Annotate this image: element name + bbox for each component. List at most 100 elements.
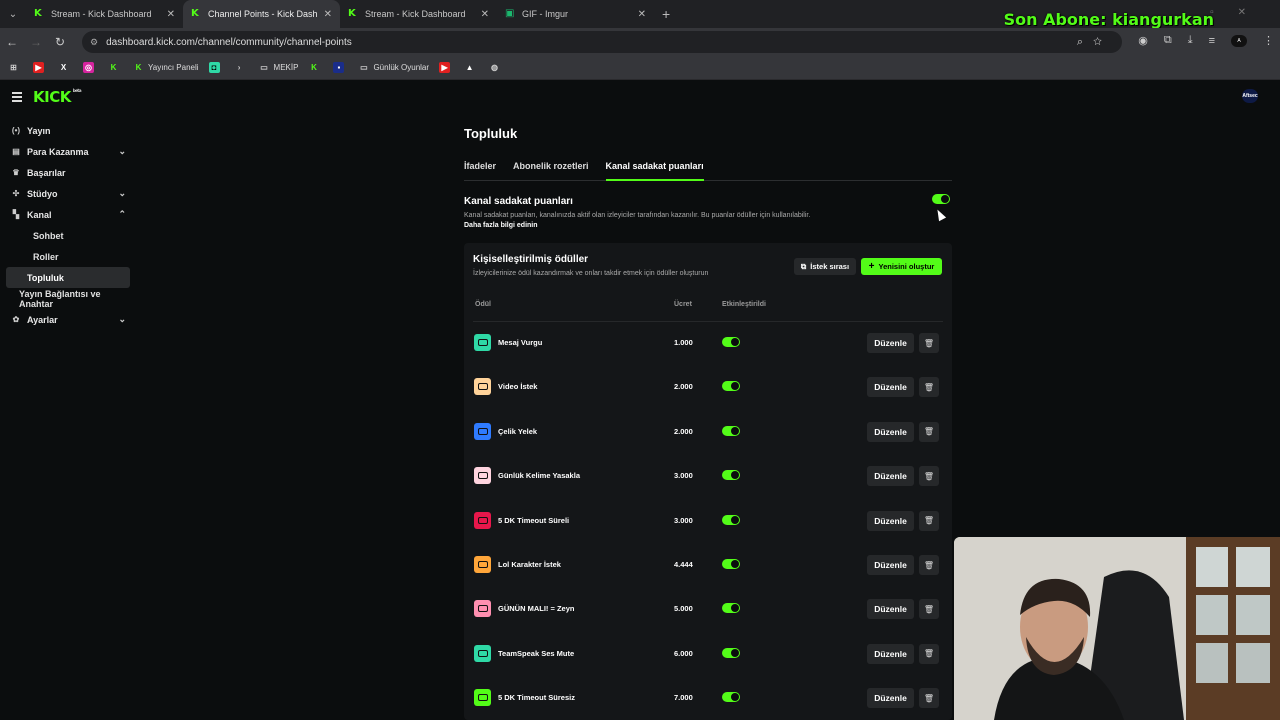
trash-icon[interactable]: 🗑︎: [919, 377, 939, 398]
trash-icon[interactable]: 🗑︎: [919, 421, 939, 442]
instagram-bookmark[interactable]: ◎: [83, 62, 98, 73]
edit-button[interactable]: Düzenle: [867, 333, 914, 353]
edit-button[interactable]: Düzenle: [867, 688, 914, 709]
reward-enabled-toggle[interactable]: [722, 514, 740, 525]
learn-more-link[interactable]: Daha fazla bilgi edinin: [464, 222, 952, 229]
create-reward-button[interactable]: + Yenisini oluştur: [861, 258, 942, 275]
edit-button[interactable]: Düzenle: [867, 599, 914, 620]
reward-icon: [474, 422, 491, 440]
trash-icon[interactable]: 🗑︎: [919, 643, 939, 664]
edit-button[interactable]: Düzenle: [867, 555, 914, 575]
reward-enabled-toggle[interactable]: [722, 381, 740, 392]
site-info-icon[interactable]: ⚙: [90, 37, 98, 48]
reward-name: Lol Karakter İstek: [498, 560, 561, 569]
reward-enabled-toggle[interactable]: [722, 425, 740, 436]
menu-icon[interactable]: [12, 92, 22, 104]
reward-enabled-toggle[interactable]: [722, 337, 740, 347]
new-tab-icon[interactable]: +: [662, 6, 670, 22]
kick-bookmark[interactable]: K: [308, 62, 323, 73]
sidebar-item-studyo[interactable]: ✣ Stüdyo ⌄: [0, 183, 136, 204]
sidebar-item-roller[interactable]: Roller: [6, 246, 130, 267]
bookmark-icon[interactable]: ›: [234, 62, 249, 73]
reward-enabled-toggle[interactable]: [722, 470, 740, 481]
profile-icon[interactable]: A: [1231, 34, 1247, 47]
channel-points-toggle[interactable]: [932, 194, 950, 204]
puzzle-icon[interactable]: ⧉: [1164, 34, 1172, 47]
browser-tab[interactable]: K Stream - Kick Dashboard ✕: [340, 0, 497, 28]
bookmark-yayinci-paneli[interactable]: K Yayıncı Paneli: [133, 62, 199, 73]
sidebar-item-topluluk[interactable]: Topluluk: [6, 267, 130, 288]
kick-logo[interactable]: KICK beta: [33, 88, 82, 106]
bookmark-folder-mekip[interactable]: ▭ MEKİP: [259, 62, 298, 73]
globe-icon[interactable]: ◍: [489, 62, 504, 73]
close-tab-icon[interactable]: ✕: [167, 9, 175, 20]
more-menu-icon[interactable]: ⋮: [1263, 34, 1274, 47]
bookmark-folder-gunluk-oyunlar[interactable]: ▭ Günlük Oyunlar: [358, 62, 429, 73]
kick-icon: K: [34, 8, 42, 19]
reward-enabled-toggle[interactable]: [722, 692, 740, 703]
apps-grid-icon[interactable]: ⊞: [8, 62, 23, 73]
table-row: Video İstek 2.000 Düzenle 🗑︎: [464, 365, 952, 409]
sidebar-item-para-kazanma[interactable]: ▤ Para Kazanma ⌄: [0, 141, 136, 162]
browser-tab[interactable]: K Stream - Kick Dashboard ✕: [26, 0, 183, 28]
reward-name: 5 DK Timeout Süreli: [498, 515, 570, 525]
extension-icon[interactable]: ◉: [1138, 34, 1148, 47]
download-icon[interactable]: ⤓: [1188, 34, 1193, 47]
edit-button[interactable]: Düzenle: [867, 421, 914, 442]
avatar[interactable]: Aftsec: [1242, 89, 1258, 103]
reward-name: TeamSpeak Ses Mute: [498, 648, 575, 658]
sidebar-item-ayarlar[interactable]: ✿ Ayarlar ⌄: [0, 309, 136, 330]
close-tab-icon[interactable]: ✕: [638, 9, 646, 20]
sidebar-item-yayin[interactable]: (•) Yayın: [0, 120, 136, 141]
edit-button[interactable]: Düzenle: [867, 466, 914, 487]
edit-button[interactable]: Düzenle: [867, 510, 914, 531]
url-field[interactable]: ⚙ dashboard.kick.com/channel/community/c…: [82, 31, 1122, 53]
edit-button[interactable]: Düzenle: [867, 643, 914, 664]
tab-kanal-sadakat-puanlari[interactable]: Kanal sadakat puanları: [605, 161, 704, 181]
close-tab-icon[interactable]: ✕: [324, 9, 332, 20]
window-controls[interactable]: ▫✕: [1210, 7, 1270, 18]
close-tab-icon[interactable]: ✕: [481, 9, 489, 20]
studio-icon: ✣: [12, 189, 20, 198]
media-icon[interactable]: ≡: [1209, 35, 1215, 47]
trash-icon[interactable]: 🗑︎: [919, 333, 939, 353]
x-bookmark[interactable]: X: [58, 62, 73, 73]
stream-overlay-last-sub: Son Abone: kiangurkan: [1003, 10, 1214, 29]
request-queue-button[interactable]: ⧉ İstek sırası: [794, 258, 856, 275]
browser-tab[interactable]: ▣ GIF - Imgur ✕: [497, 0, 654, 28]
forward-icon[interactable]: →: [24, 35, 48, 49]
reward-enabled-toggle[interactable]: [722, 559, 740, 569]
bookmark-icon[interactable]: ▲: [464, 62, 479, 73]
trash-icon[interactable]: 🗑︎: [919, 599, 939, 620]
table-row: Lol Karakter İstek 4.444 Düzenle 🗑︎: [464, 543, 952, 587]
kick-icon: K: [348, 8, 356, 19]
webcam-overlay: [954, 537, 1280, 720]
table-row: Günlük Kelime Yasakla 3.000 Düzenle 🗑︎: [464, 454, 952, 498]
tab-abonelik-rozetleri[interactable]: Abonelik rozetleri: [513, 161, 589, 181]
back-icon[interactable]: ←: [0, 35, 24, 49]
zoom-bookmark-icons[interactable]: ⌕☆: [1077, 36, 1112, 49]
reload-icon[interactable]: ↻: [48, 35, 72, 49]
bookmark-icon[interactable]: ◘: [208, 62, 224, 73]
sidebar-item-kanal[interactable]: ▚ Kanal ⌃: [0, 204, 136, 225]
bookmark-icon[interactable]: ▪: [333, 62, 348, 73]
sidebar-item-basarilar[interactable]: ♛ Başarılar: [0, 162, 136, 183]
trash-icon[interactable]: 🗑︎: [919, 510, 939, 531]
app-header: [0, 80, 1280, 114]
youtube-bookmark[interactable]: ▶: [33, 62, 48, 73]
browser-tab-active[interactable]: K Channel Points - Kick Dashboard ✕: [183, 0, 340, 28]
trash-icon[interactable]: 🗑︎: [919, 466, 939, 487]
reward-enabled-toggle[interactable]: [722, 603, 740, 614]
kick-bookmark[interactable]: K: [108, 62, 123, 73]
reward-cost: 5.000: [674, 604, 693, 614]
reward-enabled-toggle[interactable]: [722, 647, 740, 658]
trash-icon[interactable]: 🗑︎: [919, 555, 939, 575]
sidebar-item-sohbet[interactable]: Sohbet: [6, 225, 130, 246]
sidebar-item-stream-key[interactable]: Yayın Bağlantısı ve Anahtar: [0, 288, 136, 309]
reward-icon: [474, 600, 491, 618]
edit-button[interactable]: Düzenle: [867, 377, 914, 398]
tab-search-icon[interactable]: ⌄: [0, 0, 26, 28]
trash-icon[interactable]: 🗑︎: [919, 688, 939, 709]
tab-ifadeler[interactable]: İfadeler: [464, 161, 496, 181]
youtube-bookmark[interactable]: ▶: [439, 62, 454, 73]
